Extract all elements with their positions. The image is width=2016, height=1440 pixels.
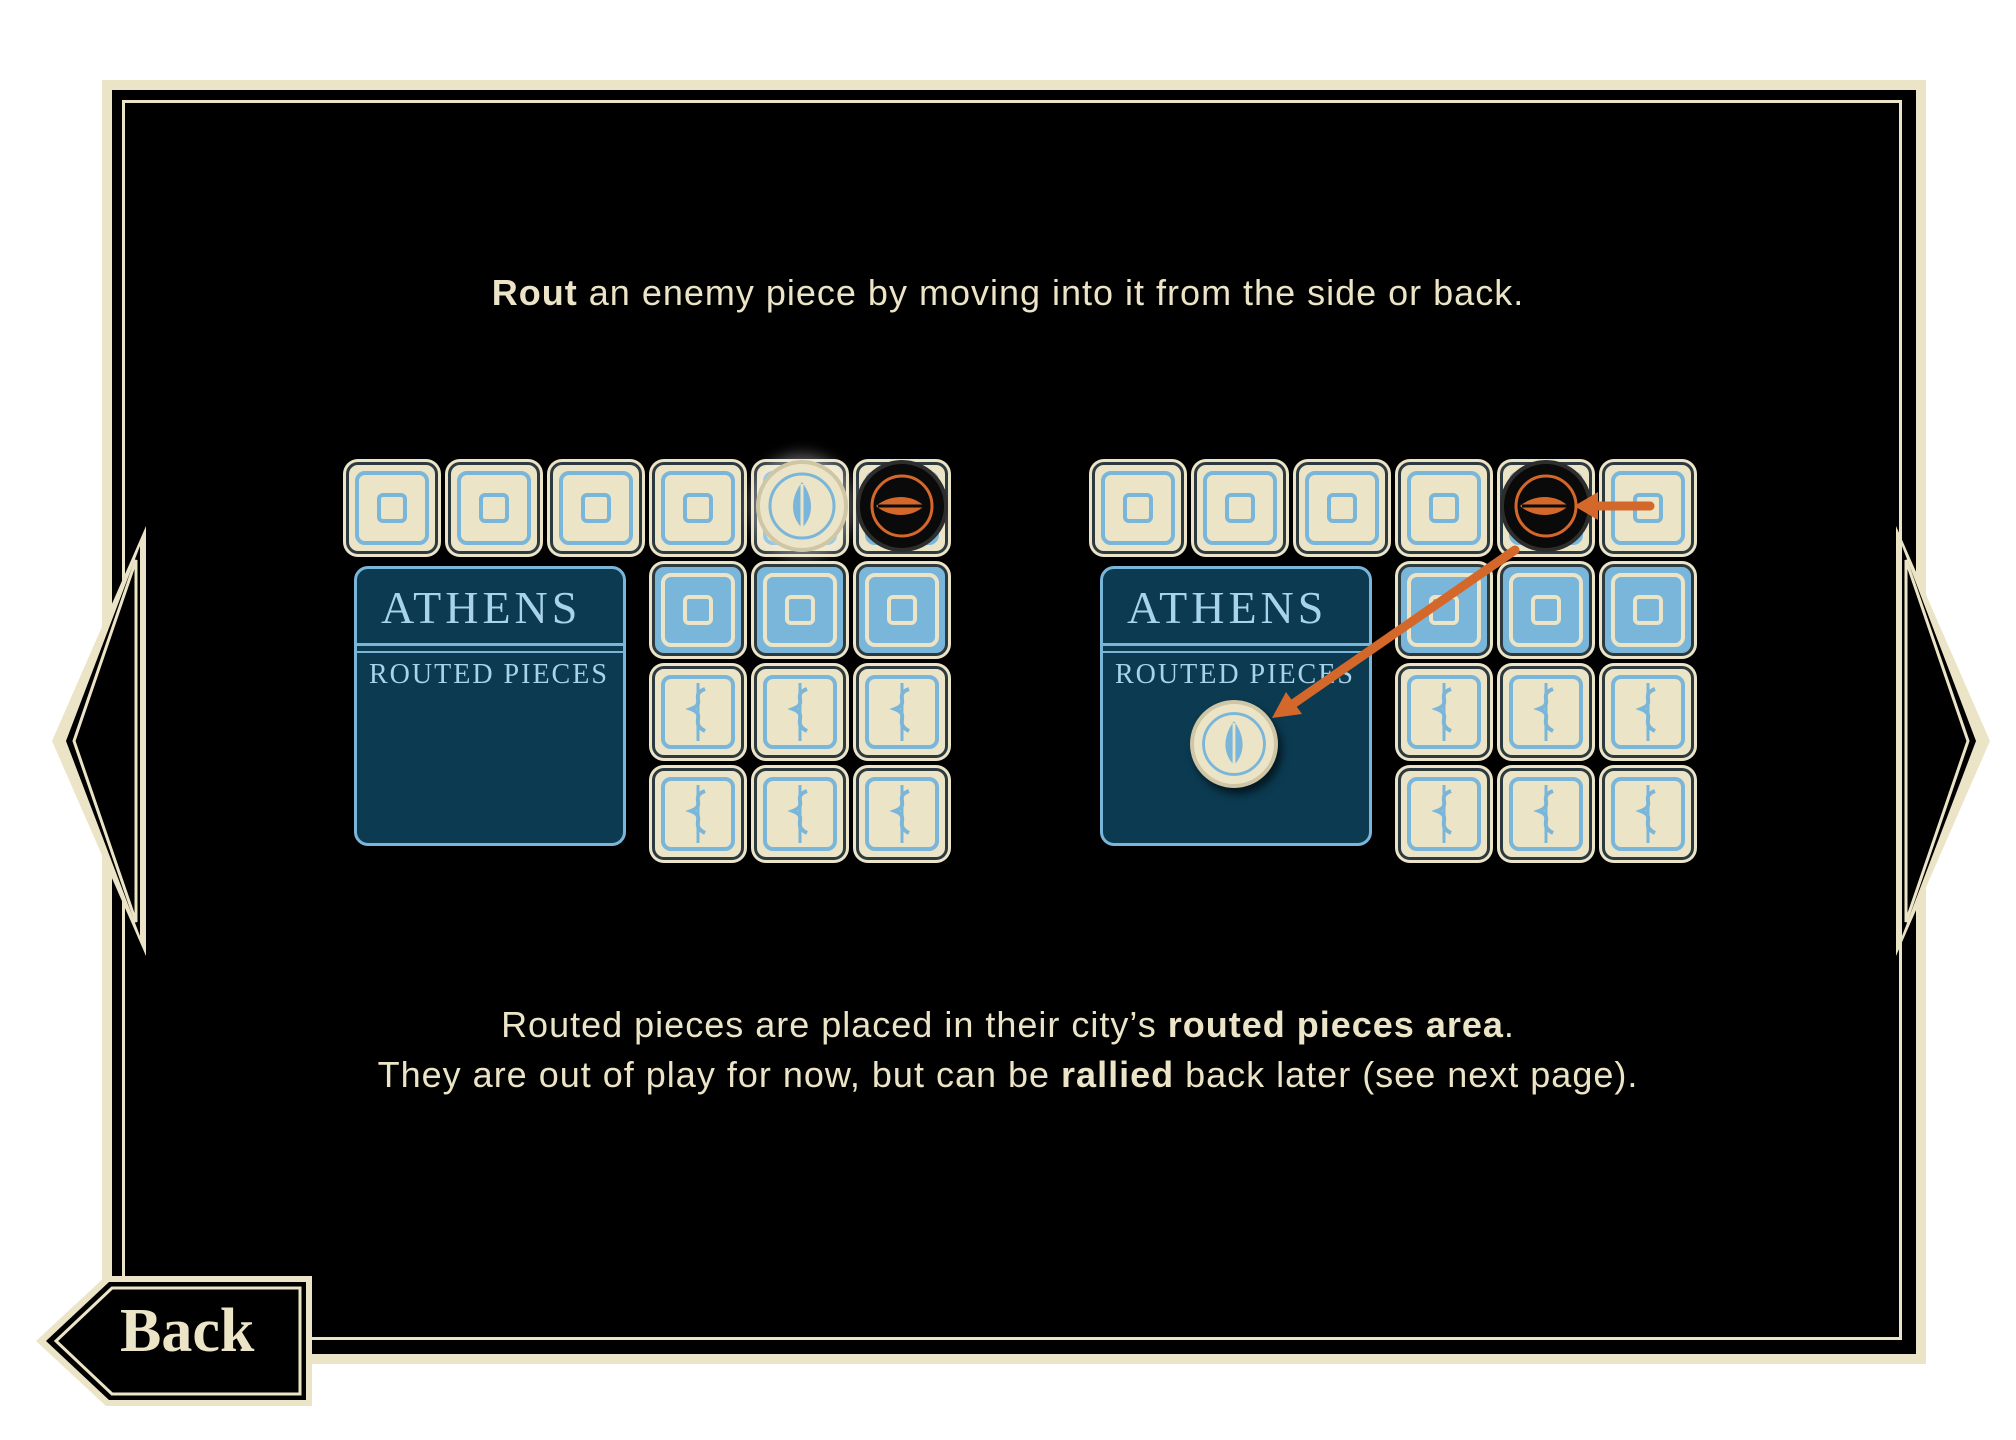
board-tile <box>1398 564 1490 656</box>
enemy-piece <box>856 460 948 552</box>
body-text: Routed pieces are placed in their city’s <box>501 1004 1168 1045</box>
back-button[interactable]: Back <box>36 1276 312 1406</box>
body-text: They are out of play for now, but can be <box>377 1054 1062 1095</box>
board-tile <box>1602 564 1694 656</box>
board-tile <box>652 768 744 860</box>
serpent-icon <box>1533 785 1555 843</box>
serpent-icon <box>1431 683 1453 741</box>
body-text: . <box>1503 1004 1515 1045</box>
city-routed-area: ATHENS ROUTED PIECES <box>354 566 626 846</box>
board-tile <box>1500 768 1592 860</box>
board-tile <box>1398 768 1490 860</box>
board-tile <box>1296 462 1388 554</box>
board-tile <box>856 768 948 860</box>
board-tile <box>856 666 948 758</box>
prev-page-button[interactable] <box>52 526 162 956</box>
city-name: ATHENS <box>381 582 582 633</box>
enemy-piece <box>1500 460 1592 552</box>
serpent-icon <box>1635 785 1657 843</box>
board-tile <box>550 462 642 554</box>
routed-athens-piece <box>1190 700 1278 788</box>
headline-bold: Rout <box>491 272 578 313</box>
serpent-icon <box>685 785 707 843</box>
headline: Rout an enemy piece by moving into it fr… <box>0 272 2016 314</box>
board-tile <box>856 564 948 656</box>
serpent-icon <box>1533 683 1555 741</box>
routed-pieces-label: ROUTED PIECES <box>1115 659 1355 690</box>
board-tile <box>1602 768 1694 860</box>
routed-pieces-label: ROUTED PIECES <box>369 659 609 690</box>
serpent-icon <box>787 785 809 843</box>
board-tile <box>1398 666 1490 758</box>
headline-text: an enemy piece by moving into it from th… <box>577 272 1525 313</box>
body-text: back later (see next page). <box>1174 1054 1639 1095</box>
board-tile <box>1500 564 1592 656</box>
next-page-button[interactable] <box>1880 526 1990 956</box>
body-line-2: They are out of play for now, but can be… <box>0 1054 2016 1096</box>
city-name: ATHENS <box>1127 582 1328 633</box>
spear-left-icon <box>870 474 934 538</box>
body-line-1: Routed pieces are placed in their city’s… <box>0 1004 2016 1046</box>
board-tile <box>652 462 744 554</box>
board-tile <box>652 666 744 758</box>
serpent-icon <box>889 683 911 741</box>
board-tile <box>346 462 438 554</box>
spear-icon <box>768 472 836 540</box>
serpent-icon <box>685 683 707 741</box>
serpent-icon <box>1635 683 1657 741</box>
spear-left-icon <box>1514 474 1578 538</box>
athens-piece <box>756 460 848 552</box>
board-tile <box>1602 462 1694 554</box>
board-tile <box>754 768 846 860</box>
board-tile <box>1398 462 1490 554</box>
body-bold: routed pieces area <box>1167 1004 1504 1045</box>
serpent-icon <box>787 683 809 741</box>
back-button-label: Back <box>120 1297 255 1365</box>
board-tile <box>448 462 540 554</box>
body-bold: rallied <box>1061 1054 1175 1095</box>
board-tile <box>1194 462 1286 554</box>
serpent-icon <box>889 785 911 843</box>
board-tile <box>652 564 744 656</box>
board-tile <box>1092 462 1184 554</box>
spear-icon <box>1202 712 1266 776</box>
board-tile <box>754 564 846 656</box>
board-tile <box>1602 666 1694 758</box>
board-tile <box>754 666 846 758</box>
board-tile <box>1500 666 1592 758</box>
serpent-icon <box>1431 785 1453 843</box>
